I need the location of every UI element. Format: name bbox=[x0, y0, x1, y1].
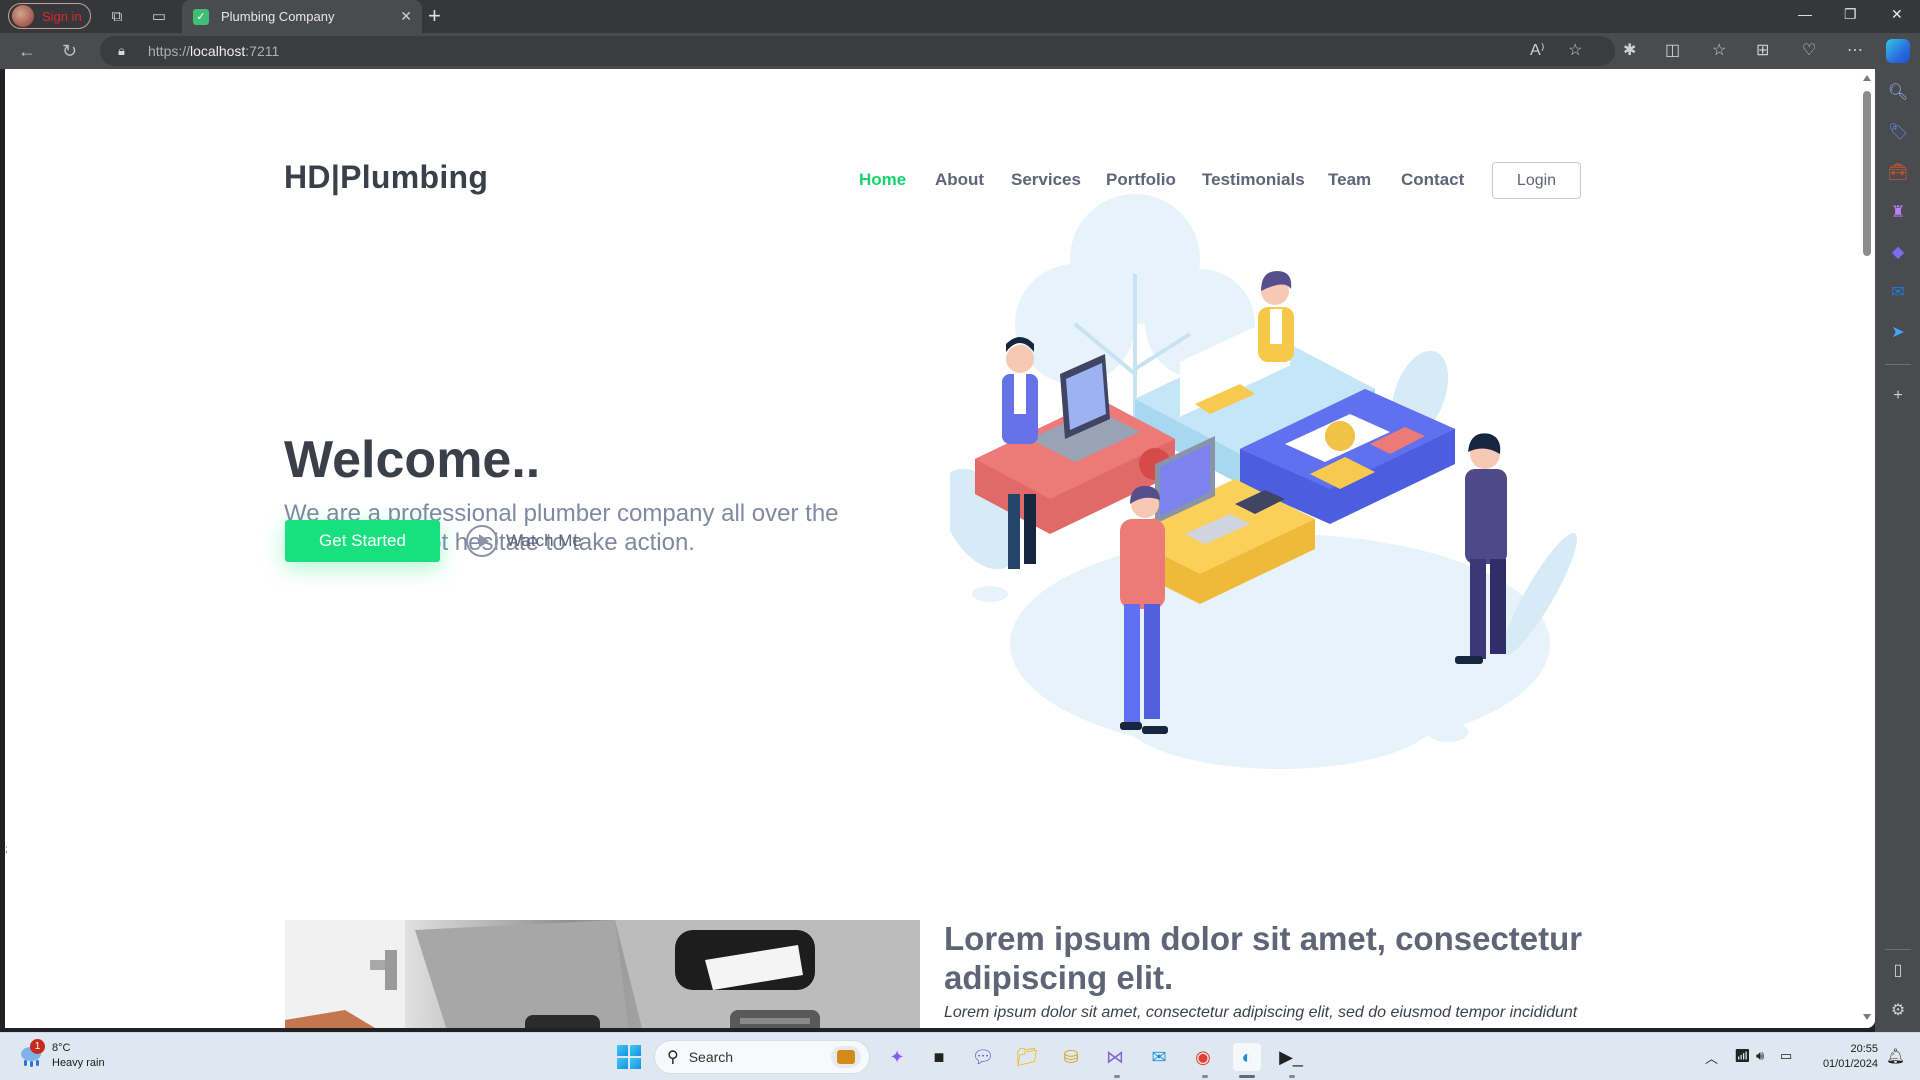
restore-icon[interactable]: ❐ bbox=[1844, 6, 1857, 23]
favorite-star-icon[interactable]: ☆ bbox=[1568, 41, 1582, 61]
sink-photo bbox=[285, 920, 920, 1028]
tab-title: Plumbing Company bbox=[221, 9, 335, 24]
tools-icon[interactable]: 🧰︎ bbox=[1887, 161, 1909, 183]
volume-icon[interactable]: 🔊︎ bbox=[1756, 1048, 1764, 1064]
sidebar-divider bbox=[1885, 364, 1911, 365]
site-logo[interactable]: HD|Plumbing bbox=[284, 159, 488, 196]
profile-button[interactable]: Sign in bbox=[8, 3, 91, 29]
profile-avatar bbox=[12, 5, 34, 27]
database-tool-icon[interactable]: ⛁ bbox=[1057, 1043, 1085, 1071]
task-view-icon[interactable]: ■ bbox=[925, 1043, 953, 1071]
show-hidden-icons-chevron-icon[interactable]: ︿ bbox=[1705, 1048, 1718, 1067]
nav-home[interactable]: Home bbox=[859, 170, 906, 190]
search-icon: ⚲ bbox=[667, 1049, 679, 1066]
browser-tab-bar: Sign in ⧉ ▭ ✓ Plumbing Company ✕ + — ❐ ✕ bbox=[0, 0, 1920, 33]
close-tab-icon[interactable]: ✕ bbox=[400, 8, 412, 25]
address-bar[interactable]: 🔒︎ https://localhost:7211 bbox=[100, 36, 1100, 66]
refresh-icon[interactable]: ↻ bbox=[62, 41, 77, 61]
get-started-button[interactable]: Get Started bbox=[285, 520, 440, 562]
scroll-thumb[interactable] bbox=[1863, 91, 1871, 256]
copilot-pre-icon[interactable]: ✦ bbox=[883, 1043, 911, 1071]
edge-icon[interactable]: ◐ bbox=[1233, 1043, 1261, 1071]
hide-sidebar-icon[interactable]: ▯ bbox=[1887, 959, 1909, 981]
about-image bbox=[285, 920, 920, 1028]
url-text: https://localhost:7211 bbox=[148, 43, 280, 59]
wifi-icon[interactable]: 📶︎ bbox=[1734, 1048, 1751, 1064]
weather-widget[interactable]: 1 8°C Heavy rain bbox=[18, 1039, 105, 1071]
terminal-icon[interactable]: ▶_ bbox=[1277, 1043, 1305, 1071]
weather-badge: 1 bbox=[30, 1039, 45, 1054]
file-explorer-icon[interactable]: 📁︎ bbox=[1013, 1043, 1041, 1071]
hero-illustration bbox=[950, 194, 1578, 769]
favicon-icon: ✓ bbox=[193, 8, 209, 25]
profile-label: Sign in bbox=[42, 8, 82, 24]
chrome-icon[interactable]: ◉ bbox=[1189, 1043, 1217, 1071]
lock-icon: 🔒︎ bbox=[118, 43, 125, 58]
more-options-icon[interactable]: ⋯ bbox=[1847, 41, 1863, 61]
play-icon bbox=[466, 525, 498, 557]
browser-essentials-icon[interactable]: ♡ bbox=[1802, 41, 1816, 61]
send-icon[interactable]: ➤ bbox=[1887, 321, 1909, 343]
search-icon[interactable]: 🔍︎ bbox=[1887, 81, 1909, 103]
weather-desc: Heavy rain bbox=[52, 1057, 105, 1069]
running-indicator bbox=[1202, 1075, 1208, 1078]
rain-cloud-icon: 1 bbox=[18, 1039, 45, 1069]
workspaces-icon[interactable]: ⧉ bbox=[107, 6, 127, 26]
favorites-icon[interactable]: ☆ bbox=[1712, 41, 1726, 61]
clock-date: 01/01/2024 bbox=[1822, 1058, 1878, 1070]
address-bar-actions: A⁾ ☆ bbox=[1100, 36, 1615, 66]
visual-studio-icon[interactable]: ⋈ bbox=[1101, 1043, 1129, 1071]
collections-icon[interactable]: ⊞ bbox=[1756, 41, 1769, 61]
windows-taskbar: 1 8°C Heavy rain ⚲ Search ✦ ■ 💬︎ 📁︎ ⛁ ⋈ … bbox=[0, 1032, 1920, 1080]
running-indicator bbox=[1289, 1075, 1295, 1078]
notifications-bell-icon[interactable]: 🔔︎ bbox=[1886, 1047, 1905, 1065]
taskbar-search[interactable]: ⚲ Search bbox=[654, 1040, 870, 1074]
weather-temp: 8°C bbox=[52, 1042, 71, 1054]
sidebar-settings-icon[interactable]: ⚙ bbox=[1887, 999, 1909, 1021]
stray-glyph: ; bbox=[5, 844, 8, 855]
read-aloud-icon[interactable]: A⁾ bbox=[1530, 41, 1545, 61]
new-tab-icon[interactable]: + bbox=[428, 4, 441, 28]
person-top bbox=[1258, 271, 1294, 362]
games-icon[interactable]: ♜ bbox=[1887, 201, 1909, 223]
shopping-tag-icon[interactable]: 🏷︎ bbox=[1887, 121, 1909, 143]
tab-plumbing-company[interactable]: ✓ Plumbing Company ✕ bbox=[182, 0, 422, 33]
scroll-down-arrow-icon[interactable] bbox=[1863, 1014, 1871, 1020]
battery-icon[interactable]: ▭ bbox=[1780, 1048, 1792, 1064]
edge-sidebar: 🔍︎ 🏷︎ 🧰︎ ♜ ◆ ✉ ➤ + ▯ ⚙ bbox=[1875, 69, 1920, 1032]
outlook-icon[interactable]: ✉ bbox=[1887, 281, 1909, 303]
close-window-icon[interactable]: ✕ bbox=[1891, 6, 1903, 23]
active-indicator bbox=[1239, 1075, 1255, 1078]
copilot-sidebar-icon[interactable]: ◆ bbox=[1887, 241, 1909, 263]
extensions-icon[interactable]: ✱ bbox=[1623, 41, 1636, 61]
mail-icon[interactable]: ✉ bbox=[1145, 1043, 1173, 1071]
scroll-up-arrow-icon[interactable] bbox=[1863, 75, 1871, 81]
search-label: Search bbox=[688, 1049, 734, 1065]
sidebar-divider bbox=[1885, 949, 1911, 950]
page-scrollbar[interactable] bbox=[1859, 69, 1875, 1028]
hero-title: Welcome.. bbox=[284, 431, 541, 489]
tab-actions-icon[interactable]: ▭ bbox=[149, 6, 169, 26]
work-briefcase-icon bbox=[831, 1046, 861, 1068]
watch-me-label: Watch Me bbox=[506, 531, 582, 550]
clock-time: 20:55 bbox=[1850, 1043, 1878, 1055]
running-indicator bbox=[1114, 1075, 1120, 1078]
page-viewport: HD|Plumbing Home About Services Portfoli… bbox=[5, 69, 1875, 1028]
about-text: Lorem ipsum dolor sit amet, consectetur … bbox=[944, 1004, 1578, 1021]
watch-me-button[interactable]: Watch Me bbox=[466, 524, 582, 558]
minimize-icon[interactable]: — bbox=[1798, 6, 1812, 22]
browser-toolbar: ← ↻ 🔒︎ https://localhost:7211 A⁾ ☆ ✱ ◫ ☆… bbox=[0, 33, 1920, 69]
start-button[interactable] bbox=[617, 1045, 641, 1069]
copilot-icon[interactable] bbox=[1886, 39, 1910, 63]
teams-chat-icon[interactable]: 💬︎ bbox=[969, 1043, 997, 1071]
clock[interactable]: 20:55 01/01/2024 bbox=[1808, 1042, 1878, 1072]
add-sidebar-app-icon[interactable]: + bbox=[1887, 385, 1909, 407]
split-screen-icon[interactable]: ◫ bbox=[1665, 41, 1680, 61]
back-icon[interactable]: ← bbox=[18, 41, 36, 61]
about-title: Lorem ipsum dolor sit amet, consectetur … bbox=[944, 920, 1583, 996]
